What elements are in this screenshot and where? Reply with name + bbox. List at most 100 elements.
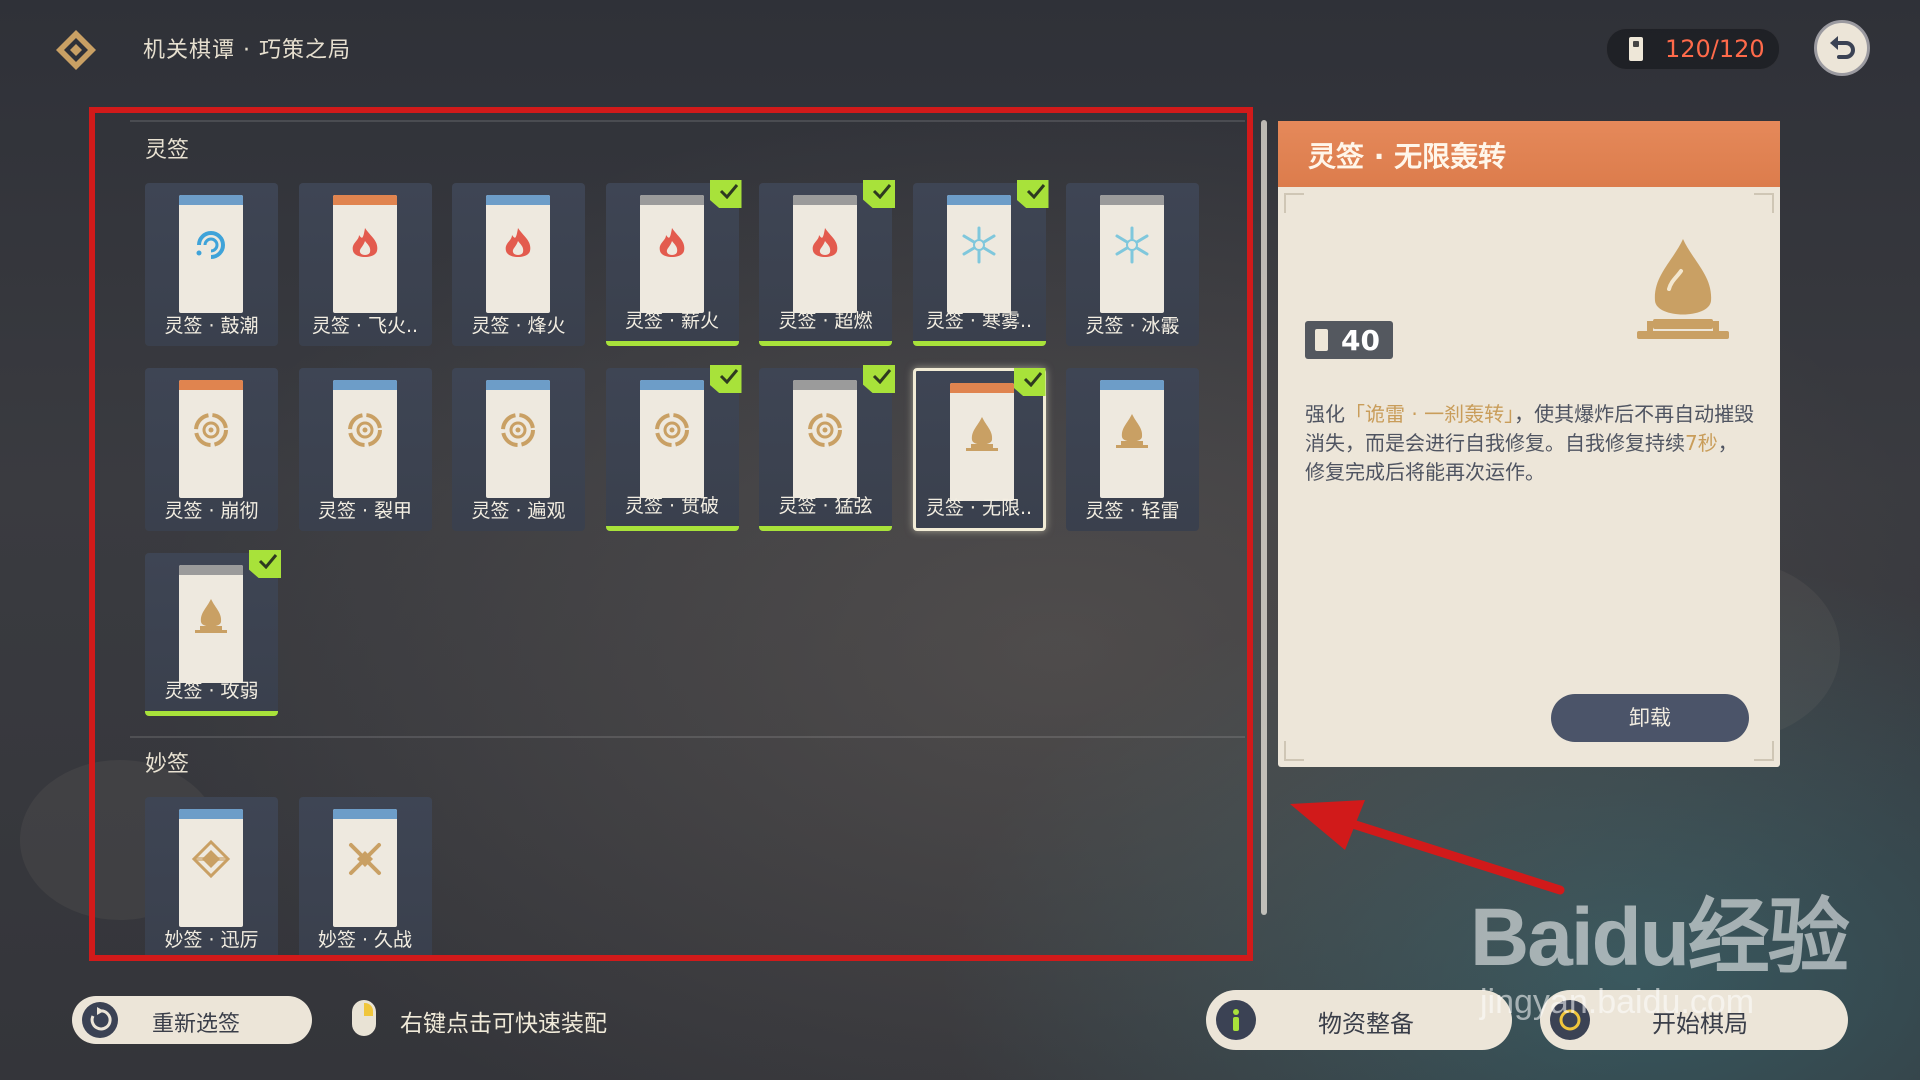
unload-button[interactable]: 卸载: [1551, 694, 1749, 742]
card-slip: [946, 195, 1011, 313]
rarity-cap: [1100, 380, 1164, 390]
scrollbar[interactable]: [1261, 120, 1267, 915]
hydro-icon: [191, 225, 231, 265]
cryo-icon: [1112, 225, 1152, 265]
card-slip: [793, 195, 857, 313]
card-pyro[interactable]: 灵签 · 薪火: [605, 180, 742, 346]
card-slip: [1100, 195, 1164, 313]
card-bomb[interactable]: 灵签 · 无限..: [912, 368, 1046, 531]
info-icon: [1216, 1000, 1256, 1040]
card-slip: [1100, 380, 1164, 498]
card-slip: [179, 809, 243, 927]
card-name: 灵签 · 轻雷: [1085, 500, 1180, 522]
card-name: 灵签 · 飞火..: [311, 315, 419, 337]
equipped-check-icon: [863, 180, 895, 208]
diamond-emblem-icon: [191, 839, 231, 879]
card-slip: [639, 195, 704, 313]
baidu-watermark: Baidu经验 jingyan.baidu.com: [1470, 870, 1850, 1022]
card-gear-target[interactable]: 灵签 · 贯破: [605, 365, 742, 531]
card-crossed-swords[interactable]: 妙签 · 久战: [298, 797, 432, 960]
corner-ornament: [1754, 193, 1774, 213]
desc-text: 强化: [1305, 402, 1345, 426]
rarity-cap: [332, 380, 397, 390]
divider: [130, 736, 1245, 738]
lingqian-section-title: 灵签: [145, 138, 190, 163]
card-pyro[interactable]: 灵签 · 飞火..: [298, 183, 432, 346]
card-name: 灵签 · 烽火: [471, 315, 566, 337]
supply-label: 物资整备: [1318, 1010, 1414, 1038]
card-hydro[interactable]: 灵签 · 鼓潮: [145, 183, 278, 346]
card-bomb[interactable]: 灵签 · 轻雷: [1066, 368, 1199, 531]
bomb-icon: [191, 595, 231, 635]
card-name: 妙签 · 迅厉: [164, 929, 259, 951]
gear-target-icon: [345, 410, 385, 450]
pyro-icon: [652, 225, 692, 265]
reselect-label: 重新选签: [152, 1012, 241, 1037]
bomb-icon: [1112, 410, 1152, 450]
pyro-icon: [805, 225, 845, 265]
gear-target-icon: [498, 410, 538, 450]
card-name: 灵签 · 超燃: [778, 310, 873, 332]
card-name: 灵签 · 鼓潮: [164, 315, 259, 337]
rarity-cap: [486, 195, 550, 205]
card-bomb[interactable]: 灵签 · 攻弱: [145, 550, 281, 716]
card-name: 灵签 · 冰霰: [1085, 315, 1180, 337]
page-title: 机关棋谭 · 巧策之局: [143, 38, 351, 63]
currency-counter: 120/120: [1606, 28, 1780, 70]
desc-highlight: 「诡雷 · 一刹轰转」: [1345, 402, 1515, 426]
card-name: 灵签 · 遍观: [471, 500, 566, 522]
divider: [130, 120, 1245, 122]
rarity-cap: [179, 565, 243, 575]
card-slip: [332, 380, 397, 498]
card-slip: [486, 380, 550, 498]
card-name: 灵签 · 贯破: [624, 495, 720, 517]
card-gear-target[interactable]: 灵签 · 遍观: [452, 368, 585, 531]
cryo-icon: [959, 225, 999, 265]
rarity-cap: [1100, 195, 1164, 205]
card-cryo[interactable]: 灵签 · 冰霰: [1066, 183, 1199, 346]
equipped-check-icon: [709, 365, 742, 393]
card-gear-target[interactable]: 灵签 · 猛弦: [759, 365, 895, 531]
supply-button[interactable]: 物资整备: [1206, 990, 1512, 1050]
card-gear-target[interactable]: 灵签 · 崩彻: [145, 368, 278, 531]
card-name: 灵签 · 薪火: [624, 310, 720, 332]
crossed-swords-icon: [345, 839, 385, 879]
card-gear-target[interactable]: 灵签 · 裂甲: [298, 368, 432, 531]
back-button[interactable]: [1814, 20, 1870, 76]
token-icon: [1315, 329, 1328, 351]
gear-target-icon: [652, 410, 692, 450]
miaoqian-section-title: 妙签: [145, 752, 190, 777]
card-name: 灵签 · 崩彻: [164, 500, 259, 522]
card-name: 灵签 · 无限..: [925, 497, 1033, 519]
rarity-cap: [639, 195, 704, 205]
corner-ornament: [1284, 193, 1304, 213]
rarity-cap: [332, 809, 397, 819]
card-diamond-emblem[interactable]: 妙签 · 迅厉: [145, 797, 278, 960]
rarity-cap: [639, 380, 704, 390]
pyro-icon: [345, 225, 385, 265]
cost-value: 40: [1341, 324, 1380, 357]
rarity-cap: [793, 195, 857, 205]
card-cryo[interactable]: 灵签 · 寒雾..: [912, 180, 1049, 346]
equipped-check-icon: [1013, 368, 1046, 396]
corner-ornament: [1754, 741, 1774, 761]
rarity-cap: [179, 195, 243, 205]
bomb-icon: [1623, 231, 1743, 349]
equipped-check-icon: [249, 550, 281, 578]
refresh-icon: [82, 1002, 118, 1038]
rarity-cap: [179, 380, 243, 390]
card-name: 灵签 · 猛弦: [778, 495, 873, 517]
detail-title: 灵签 · 无限轰转: [1308, 140, 1507, 173]
gear-target-icon: [191, 410, 231, 450]
reselect-button[interactable]: 重新选签: [72, 996, 312, 1044]
mouse-right-click-icon: [352, 1000, 376, 1036]
card-name: 灵签 · 攻弱: [164, 680, 259, 702]
card-pyro[interactable]: 灵签 · 烽火: [452, 183, 585, 346]
card-name: 灵签 · 裂甲: [317, 500, 413, 522]
equipped-check-icon: [709, 180, 742, 208]
card-pyro[interactable]: 灵签 · 超燃: [759, 180, 895, 346]
gear-target-icon: [805, 410, 845, 450]
card-slip: [332, 195, 397, 313]
desc-highlight: 7秒: [1685, 431, 1718, 455]
rarity-cap: [949, 383, 1014, 393]
